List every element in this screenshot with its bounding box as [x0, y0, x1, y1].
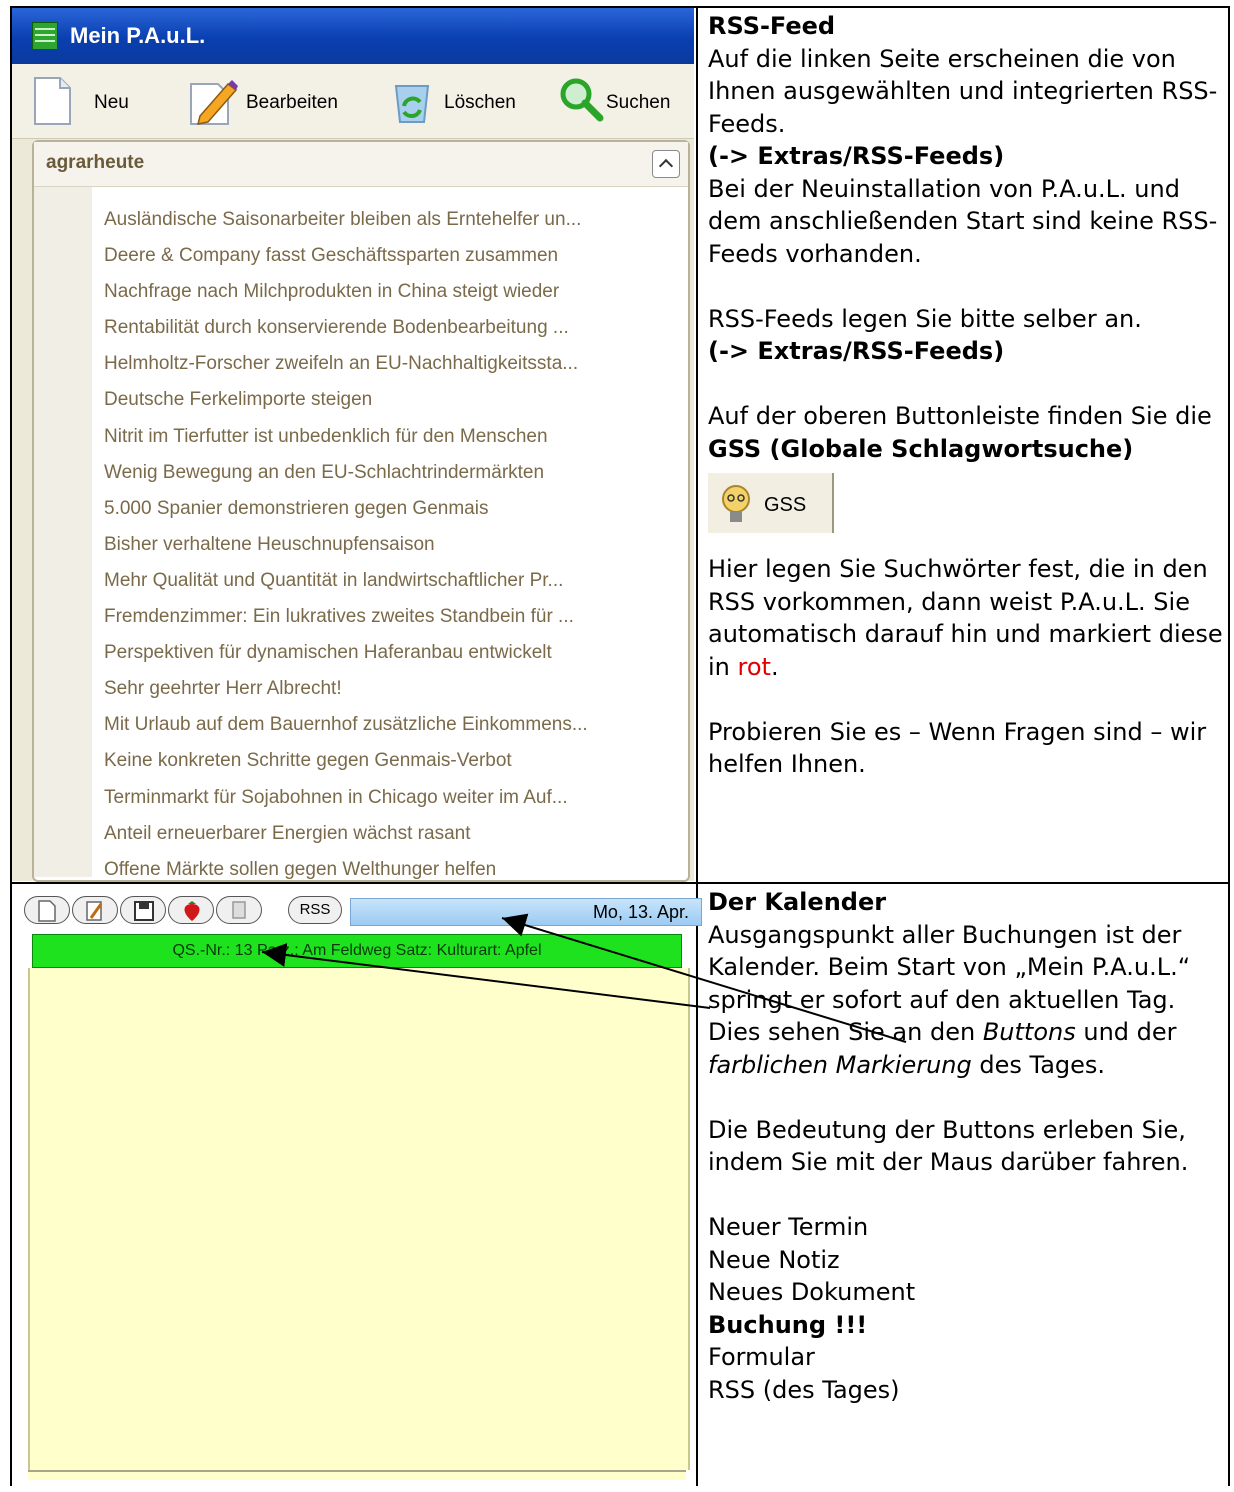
- arrow-to-date-marker: [501, 913, 907, 1043]
- annotation-arrows: [261, 913, 907, 1043]
